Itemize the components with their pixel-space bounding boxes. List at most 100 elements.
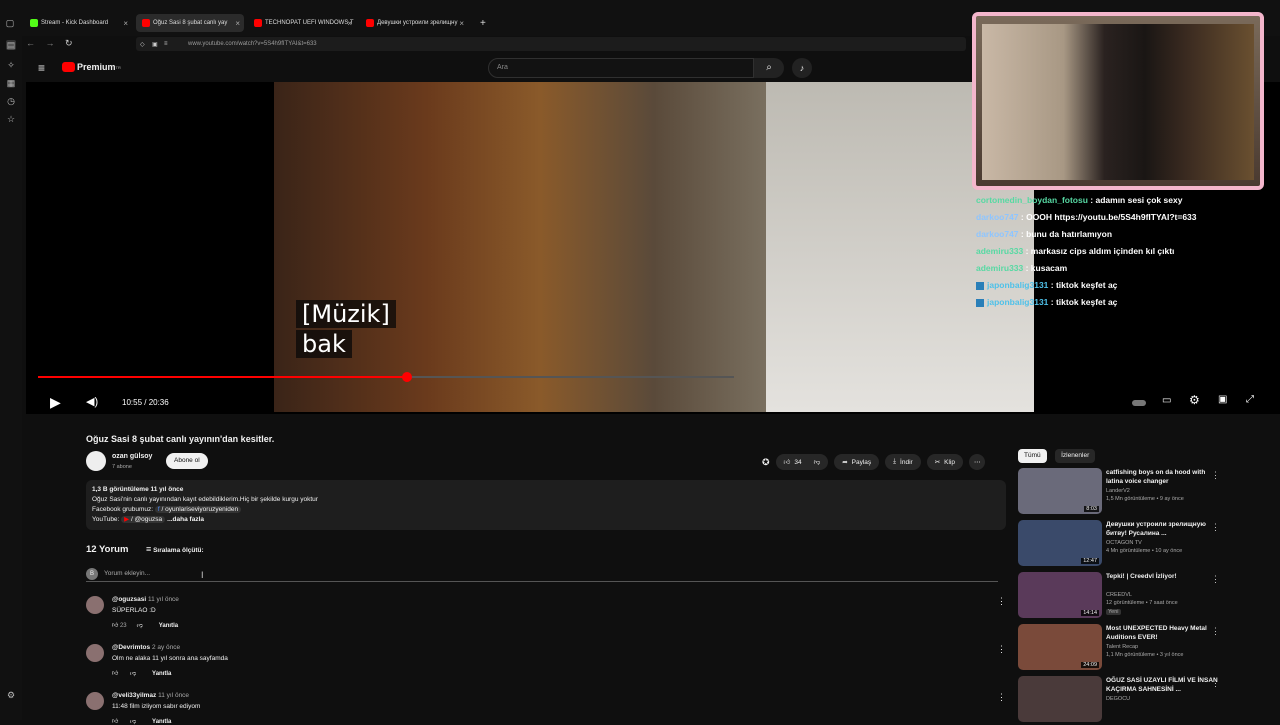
video-menu-icon[interactable]: ⋮ bbox=[1211, 626, 1220, 637]
tab-devushki[interactable]: Девушки устроили зрелищну × bbox=[360, 14, 468, 32]
tab-kick[interactable]: Stream - Kick Dashboard × bbox=[24, 14, 132, 32]
youtube-link[interactable]: ▶ / @oguzsa bbox=[121, 516, 166, 523]
progress-bar[interactable] bbox=[38, 372, 734, 382]
reading-list-icon[interactable]: ▦ bbox=[6, 78, 16, 88]
share-icon: ➦ bbox=[842, 459, 848, 466]
comment-menu-icon[interactable]: ⋮ bbox=[997, 692, 1006, 703]
close-icon[interactable]: × bbox=[347, 19, 352, 28]
channel-name[interactable]: ozan gülsoy bbox=[112, 453, 152, 460]
back-icon[interactable]: ← bbox=[26, 38, 35, 48]
reload-icon[interactable]: ↻ bbox=[65, 38, 73, 48]
facebook-link[interactable]: f / oyunlariseviyoruzyeniden bbox=[154, 506, 242, 513]
tab-youtube-oguz[interactable]: Oğuz Sasi 8 şubat canlı yay × bbox=[136, 14, 244, 32]
chip-watched[interactable]: İzlenenler bbox=[1055, 449, 1096, 463]
channel-name[interactable]: CREEDVL bbox=[1106, 592, 1224, 598]
comment-avatar[interactable] bbox=[86, 692, 104, 710]
video-thumbnail[interactable]: 24:09 bbox=[1018, 624, 1102, 670]
download-button[interactable]: ⤓ İndir bbox=[885, 454, 921, 470]
dislike-icon[interactable]: 👎︎ bbox=[814, 458, 821, 466]
video-meta: 1,1 Mn görüntüleme • 3 yıl önce bbox=[1106, 652, 1184, 658]
video-menu-icon[interactable]: ⋮ bbox=[1211, 470, 1220, 481]
video-title[interactable]: Tepki! | Creedvl İzliyor! bbox=[1106, 572, 1218, 581]
video-thumbnail[interactable]: 8:03 bbox=[1018, 468, 1102, 514]
channel-name[interactable]: DEGOCU bbox=[1106, 696, 1224, 702]
comment-author[interactable]: @veli33yilmaz bbox=[112, 692, 156, 699]
tab-technopat[interactable]: TECHNOPAT UEFI WINDOWS T × bbox=[248, 14, 356, 32]
like-count: 34 bbox=[794, 458, 802, 466]
miniplayer-icon[interactable]: ▣ bbox=[1218, 394, 1227, 405]
forward-icon[interactable]: → bbox=[46, 38, 55, 48]
comment-avatar[interactable] bbox=[86, 596, 104, 614]
site-settings-icon[interactable]: ≡ bbox=[164, 41, 168, 47]
description-box[interactable]: 1,3 B görüntüleme 11 yıl önce Oğuz Sasi'… bbox=[86, 480, 1006, 530]
more-button[interactable]: ⋯ bbox=[968, 454, 986, 470]
captions-icon[interactable]: ▭ bbox=[1162, 395, 1171, 406]
video-title[interactable]: Most UNEXPECTED Heavy Metal Auditions EV… bbox=[1106, 624, 1218, 642]
address-bar[interactable]: ◇ ▣ ≡ www.youtube.com/watch?v=5S4h9fITYA… bbox=[136, 37, 966, 51]
shield-icon[interactable]: ◇ bbox=[140, 41, 145, 48]
video-thumbnail[interactable]: 12:47 bbox=[1018, 520, 1102, 566]
new-tab-button[interactable]: + bbox=[474, 14, 490, 32]
like-icon[interactable]: 👍︎ bbox=[784, 458, 791, 466]
play-icon[interactable]: ▶ bbox=[50, 394, 61, 411]
chip-all[interactable]: Tümü bbox=[1018, 449, 1047, 463]
mic-button[interactable]: ♪ bbox=[792, 58, 812, 78]
channel-avatar[interactable] bbox=[86, 451, 106, 471]
show-more-link[interactable]: ...daha fazla bbox=[167, 516, 204, 523]
comment-input[interactable]: Yorum ekleyin... bbox=[104, 570, 150, 577]
channel-name[interactable]: LanderV2 bbox=[1106, 488, 1224, 494]
subscribe-button[interactable]: Abone ol bbox=[166, 453, 208, 469]
like-icon[interactable]: 👍︎ bbox=[112, 623, 118, 629]
recommended-video[interactable]: 8:03 catfishing boys on da hood with lati… bbox=[1018, 468, 1228, 516]
close-icon[interactable]: × bbox=[123, 19, 128, 28]
youtube-logo[interactable]: Premium TR bbox=[62, 62, 121, 72]
description-line: Oğuz Sasi'nin canlı yayınından kayıt ede… bbox=[92, 496, 318, 503]
fullscreen-icon[interactable]: ⤢ bbox=[1246, 394, 1254, 405]
video-title[interactable]: OĞUZ SASİ UZAYLI FİLMİ VE İNSAN KAÇIRMA … bbox=[1106, 676, 1218, 694]
settings-icon[interactable]: ⚙ bbox=[6, 690, 16, 700]
video-title[interactable]: catfishing boys on da hood with latina v… bbox=[1106, 468, 1218, 486]
volume-icon[interactable]: ◀) bbox=[86, 395, 98, 408]
dislike-icon[interactable]: 👎︎ bbox=[130, 671, 136, 677]
video-menu-icon[interactable]: ⋮ bbox=[1211, 522, 1220, 533]
recommended-video[interactable]: 24:09 Most UNEXPECTED Heavy Metal Auditio… bbox=[1018, 624, 1228, 672]
recommended-video[interactable]: 12:47 Девушки устроили зрелищную битву! Р… bbox=[1018, 520, 1228, 568]
video-thumbnail[interactable]: 14:14 bbox=[1018, 572, 1102, 618]
history-icon[interactable]: ◷ bbox=[6, 96, 16, 106]
autoplay-toggle[interactable] bbox=[1132, 400, 1146, 406]
like-icon[interactable]: 👍︎ bbox=[112, 671, 118, 677]
scrubber-handle[interactable] bbox=[401, 372, 412, 382]
recommended-video[interactable]: OĞUZ SASİ UZAYLI FİLMİ VE İNSAN KAÇIRMA … bbox=[1018, 676, 1228, 724]
reply-button[interactable]: Yanıtla bbox=[159, 623, 178, 629]
settings-icon[interactable]: ⚙ bbox=[1189, 393, 1200, 407]
channel-name[interactable]: OCTAGON TV bbox=[1106, 540, 1224, 546]
dislike-icon[interactable]: 👎︎ bbox=[137, 623, 143, 629]
share-button[interactable]: ➦ Paylaş bbox=[834, 454, 880, 470]
search-box[interactable]: Ara bbox=[488, 58, 754, 78]
ai-icon[interactable]: ✧ bbox=[6, 60, 16, 70]
comment-menu-icon[interactable]: ⋮ bbox=[997, 644, 1006, 655]
sort-button[interactable]: ≡ Sıralama ölçütü: bbox=[146, 544, 204, 554]
hype-icon[interactable]: ✪ bbox=[762, 457, 770, 468]
sidebar-panel-icon[interactable]: ▤ bbox=[6, 40, 16, 50]
video-thumbnail[interactable] bbox=[1018, 676, 1102, 722]
reply-button[interactable]: Yanıtla bbox=[152, 671, 171, 677]
browser-menu-icon[interactable]: ▢ bbox=[5, 18, 15, 28]
video-menu-icon[interactable]: ⋮ bbox=[1211, 574, 1220, 585]
description-label: YouTube: bbox=[92, 516, 122, 523]
close-icon[interactable]: × bbox=[235, 19, 240, 28]
search-button[interactable]: ⌕ bbox=[754, 58, 784, 78]
comment-avatar[interactable] bbox=[86, 644, 104, 662]
clip-button[interactable]: ✂ Klip bbox=[926, 454, 963, 470]
close-icon[interactable]: × bbox=[459, 19, 464, 28]
channel-name[interactable]: Talent Recap bbox=[1106, 644, 1224, 650]
text-cursor-icon: I bbox=[201, 570, 204, 580]
comment-author[interactable]: @oguzsasi bbox=[112, 596, 146, 603]
video-title[interactable]: Девушки устроили зрелищную битву! Русали… bbox=[1106, 520, 1218, 538]
hamburger-icon[interactable]: ≡ bbox=[38, 61, 45, 75]
video-menu-icon[interactable]: ⋮ bbox=[1211, 678, 1220, 689]
bookmark-icon[interactable]: ☆ bbox=[6, 114, 16, 124]
comment-author[interactable]: @Devrimtos bbox=[112, 644, 150, 651]
recommended-video[interactable]: 14:14 Tepki! | Creedvl İzliyor! CREEDVL 12 … bbox=[1018, 572, 1228, 620]
comment-menu-icon[interactable]: ⋮ bbox=[997, 596, 1006, 607]
